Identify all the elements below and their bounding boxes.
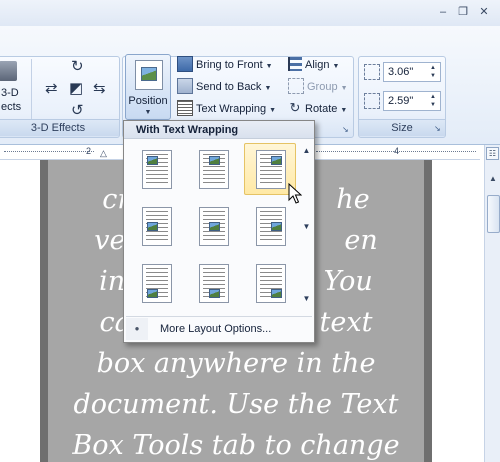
page-layout-icon bbox=[256, 207, 286, 246]
view-ruler-icon[interactable]: ☷ bbox=[486, 147, 499, 160]
ruler-number-4: 4 bbox=[394, 146, 400, 156]
chevron-down-icon: ▼ bbox=[144, 109, 152, 116]
dropdown-header: With Text Wrapping bbox=[124, 121, 314, 139]
shape-width-value: 2.59" bbox=[388, 95, 414, 107]
ruler-number-2: 2 bbox=[86, 146, 92, 156]
page-layout-icon bbox=[199, 150, 229, 189]
mouse-pointer-icon bbox=[288, 183, 302, 204]
wrap-position-option[interactable] bbox=[130, 257, 182, 309]
picture-icon bbox=[147, 289, 158, 298]
shape-height-icon bbox=[364, 64, 380, 80]
picture-icon bbox=[271, 156, 282, 165]
gallery-scroll-up-icon[interactable]: ▲ bbox=[301, 145, 312, 157]
picture-icon bbox=[271, 222, 282, 231]
picture-icon bbox=[147, 156, 158, 165]
bring-to-front-icon bbox=[177, 56, 193, 73]
close-button[interactable]: ✕ bbox=[477, 6, 491, 18]
gallery-expand-icon[interactable]: ▼ bbox=[301, 293, 312, 305]
align-icon bbox=[288, 57, 302, 72]
size-dialog-launcher-icon[interactable]: ↘ bbox=[434, 125, 442, 133]
picture-icon bbox=[147, 222, 158, 231]
text-wrapping-icon bbox=[177, 100, 193, 117]
height-spinner-icon[interactable]: ▲ ▼ bbox=[428, 64, 438, 80]
shape-width-input[interactable]: 2.59" ▲ ▼ bbox=[383, 91, 441, 111]
document-text-line: Box Tools tab to change bbox=[72, 430, 400, 461]
position-icon bbox=[135, 60, 163, 90]
shape-height-value: 3.06" bbox=[388, 66, 414, 78]
document-text-line: document. Use the Text bbox=[73, 389, 399, 420]
arrange-dialog-launcher-icon[interactable]: ↘ bbox=[342, 126, 350, 134]
position-dropdown: With Text Wrapping ▲ ▼ ▼ ● More Layout O… bbox=[123, 120, 315, 343]
picture-icon bbox=[271, 289, 282, 298]
document-text-line: box anywhere in the bbox=[96, 348, 376, 379]
wrap-position-option[interactable] bbox=[244, 200, 296, 252]
page-layout-icon bbox=[199, 264, 229, 303]
three-d-effects-group-label: 3-D Effects bbox=[0, 119, 119, 136]
width-spinner-icon[interactable]: ▲ ▼ bbox=[428, 93, 438, 109]
page-layout-icon bbox=[142, 150, 172, 189]
group-divider bbox=[31, 59, 32, 119]
three-d-effects-button-label-1[interactable]: 3-D bbox=[1, 87, 19, 99]
more-layout-options-label: More Layout Options... bbox=[160, 323, 272, 335]
align-button[interactable]: Align ▼ bbox=[288, 55, 339, 75]
page-layout-icon bbox=[256, 264, 286, 303]
send-to-back-label: Send to Back bbox=[196, 81, 262, 93]
three-d-effects-group: 3-D ects ↻ ⇄ ◩ ⇆ ↺ 3-D Effects bbox=[0, 56, 120, 138]
gallery-scrollbar[interactable]: ▲ ▼ ▼ bbox=[300, 141, 313, 309]
picture-icon bbox=[209, 156, 220, 165]
size-group-label: Size bbox=[359, 119, 445, 136]
scroll-thumb[interactable] bbox=[487, 195, 500, 233]
text-wrapping-label: Text Wrapping bbox=[196, 103, 267, 115]
window-titlebar: – ❐ ✕ bbox=[0, 0, 500, 26]
wrap-position-option[interactable] bbox=[244, 257, 296, 309]
rotate-label: Rotate bbox=[305, 103, 338, 115]
page-layout-icon bbox=[256, 150, 286, 189]
wrap-position-option[interactable] bbox=[187, 143, 239, 195]
shape-height-input[interactable]: 3.06" ▲ ▼ bbox=[383, 62, 441, 82]
wrap-position-option[interactable] bbox=[187, 200, 239, 252]
tilt-up-icon[interactable]: ↻ bbox=[71, 59, 84, 75]
group-label: Group bbox=[307, 81, 338, 93]
send-to-back-icon bbox=[177, 78, 193, 95]
bring-to-front-label: Bring to Front bbox=[196, 59, 263, 71]
page-layout-icon bbox=[199, 207, 229, 246]
tilt-right-icon[interactable]: ⇆ bbox=[93, 81, 106, 97]
align-label: Align bbox=[305, 59, 330, 71]
send-to-back-button[interactable]: Send to Back ▼ bbox=[177, 77, 271, 97]
wrap-position-option[interactable] bbox=[130, 143, 182, 195]
gallery-scroll-down-icon[interactable]: ▼ bbox=[301, 221, 312, 233]
scroll-up-icon[interactable]: ▲ bbox=[487, 173, 499, 185]
group-icon bbox=[288, 78, 304, 95]
three-d-toggle-icon[interactable]: ◩ bbox=[69, 81, 83, 97]
vertical-scrollbar[interactable]: ☷ ▲ bbox=[484, 145, 500, 462]
wrap-position-option[interactable] bbox=[130, 200, 182, 252]
rotate-button[interactable]: ↻ Rotate ▼ bbox=[288, 99, 348, 119]
bullet-icon: ● bbox=[126, 318, 148, 340]
wrap-position-option[interactable] bbox=[187, 257, 239, 309]
picture-icon bbox=[209, 289, 220, 298]
tilt-left-icon[interactable]: ⇄ bbox=[45, 81, 58, 97]
group-button[interactable]: Group ▼ bbox=[288, 77, 348, 97]
indent-marker-icon[interactable]: △ bbox=[100, 148, 107, 159]
size-group: 3.06" ▲ ▼ 2.59" ▲ ▼ Size ↘ bbox=[358, 56, 446, 138]
position-label: Position bbox=[128, 95, 168, 107]
three-d-effects-button-label-2[interactable]: ects bbox=[1, 101, 21, 113]
picture-icon bbox=[209, 222, 220, 231]
position-button[interactable]: Position ▼ bbox=[125, 54, 171, 120]
rotate-icon: ↻ bbox=[289, 100, 301, 116]
wrap-position-gallery bbox=[130, 143, 298, 311]
restore-button[interactable]: ❐ bbox=[456, 6, 470, 18]
text-wrapping-button[interactable]: Text Wrapping ▼ bbox=[177, 99, 276, 119]
tilt-down-icon[interactable]: ↺ bbox=[71, 103, 84, 119]
more-layout-options-item[interactable]: ● More Layout Options... bbox=[126, 318, 312, 340]
three-d-effects-icon bbox=[0, 61, 17, 81]
ruler-ticks-left bbox=[4, 151, 94, 153]
page-layout-icon bbox=[142, 207, 172, 246]
page-layout-icon bbox=[142, 264, 172, 303]
minimize-button[interactable]: – bbox=[436, 6, 450, 18]
shape-width-icon bbox=[364, 93, 380, 109]
bring-to-front-button[interactable]: Bring to Front ▼ bbox=[177, 55, 273, 75]
dropdown-separator bbox=[126, 316, 312, 317]
